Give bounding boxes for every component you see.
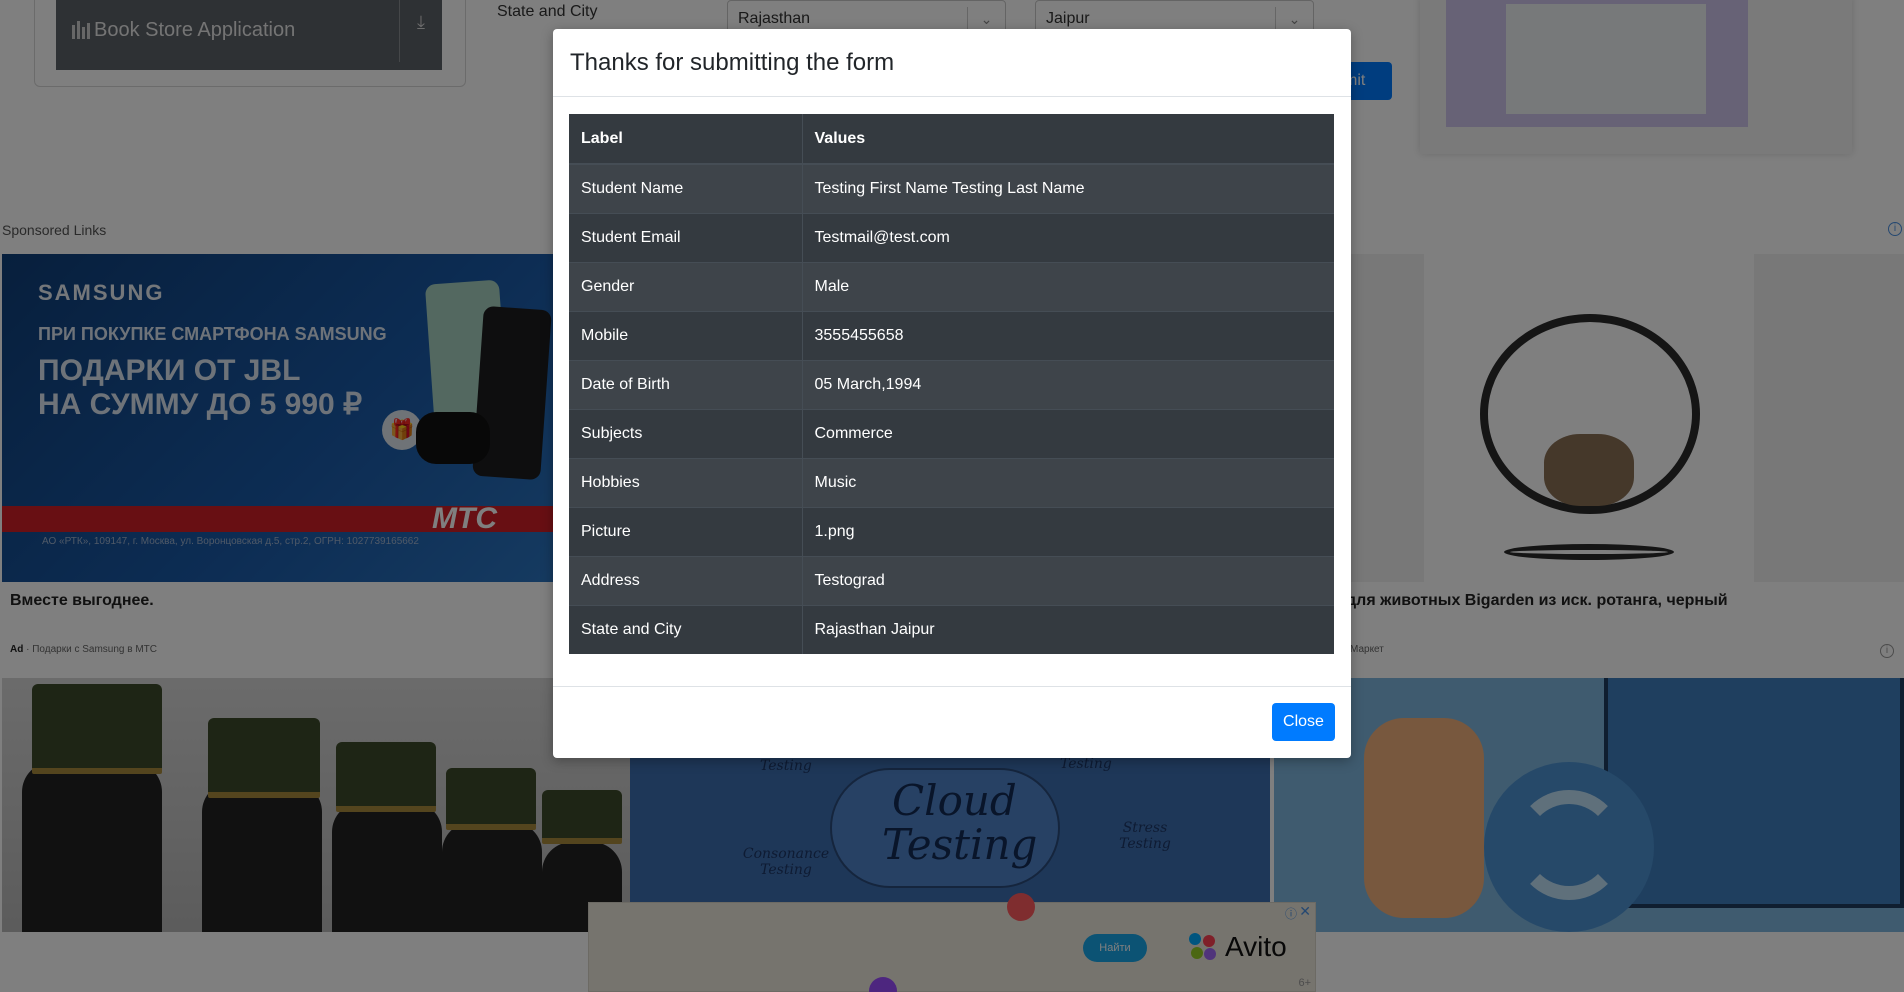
table-row: Date of Birth 05 March,1994 bbox=[569, 359, 1334, 409]
row-value: Commerce bbox=[802, 408, 1334, 458]
row-label: Student Email bbox=[569, 212, 803, 262]
table-row: Student Name Testing First Name Testing L… bbox=[569, 163, 1334, 213]
modal-body: Label Values Student Name Testing First N… bbox=[553, 97, 1351, 671]
close-button[interactable]: Close bbox=[1272, 703, 1335, 741]
modal-header: Thanks for submitting the form bbox=[553, 29, 1351, 97]
results-table: Label Values Student Name Testing First N… bbox=[569, 114, 1334, 654]
row-label: Student Name bbox=[569, 163, 803, 213]
row-value: 3555455658 bbox=[802, 310, 1334, 360]
row-value: Testing First Name Testing Last Name bbox=[802, 163, 1334, 213]
row-label: State and City bbox=[569, 604, 803, 654]
submission-modal: Thanks for submitting the form Label Val… bbox=[553, 29, 1351, 758]
table-row: Mobile 3555455658 bbox=[569, 310, 1334, 360]
row-value: Testograd bbox=[802, 555, 1334, 605]
row-value: Male bbox=[802, 261, 1334, 311]
row-value: 05 March,1994 bbox=[802, 359, 1334, 409]
column-header-values: Values bbox=[802, 114, 1334, 165]
row-label: Mobile bbox=[569, 310, 803, 360]
row-value: Rajasthan Jaipur bbox=[802, 604, 1334, 654]
modal-footer: Close bbox=[553, 686, 1351, 758]
row-label: Gender bbox=[569, 261, 803, 311]
row-label: Address bbox=[569, 555, 803, 605]
row-value: Testmail@test.com bbox=[802, 212, 1334, 262]
row-label: Picture bbox=[569, 506, 803, 556]
column-header-label: Label bbox=[569, 114, 803, 165]
table-row: Student Email Testmail@test.com bbox=[569, 212, 1334, 262]
row-label: Subjects bbox=[569, 408, 803, 458]
table-row: Hobbies Music bbox=[569, 457, 1334, 507]
row-value: 1.png bbox=[802, 506, 1334, 556]
table-row: Picture 1.png bbox=[569, 506, 1334, 556]
table-row: Subjects Commerce bbox=[569, 408, 1334, 458]
table-row: Gender Male bbox=[569, 261, 1334, 311]
table-row: Address Testograd bbox=[569, 555, 1334, 605]
row-label: Hobbies bbox=[569, 457, 803, 507]
row-value: Music bbox=[802, 457, 1334, 507]
table-header-row: Label Values bbox=[569, 114, 1334, 165]
row-label: Date of Birth bbox=[569, 359, 803, 409]
table-row: State and City Rajasthan Jaipur bbox=[569, 604, 1334, 654]
modal-title: Thanks for submitting the form bbox=[570, 49, 895, 76]
